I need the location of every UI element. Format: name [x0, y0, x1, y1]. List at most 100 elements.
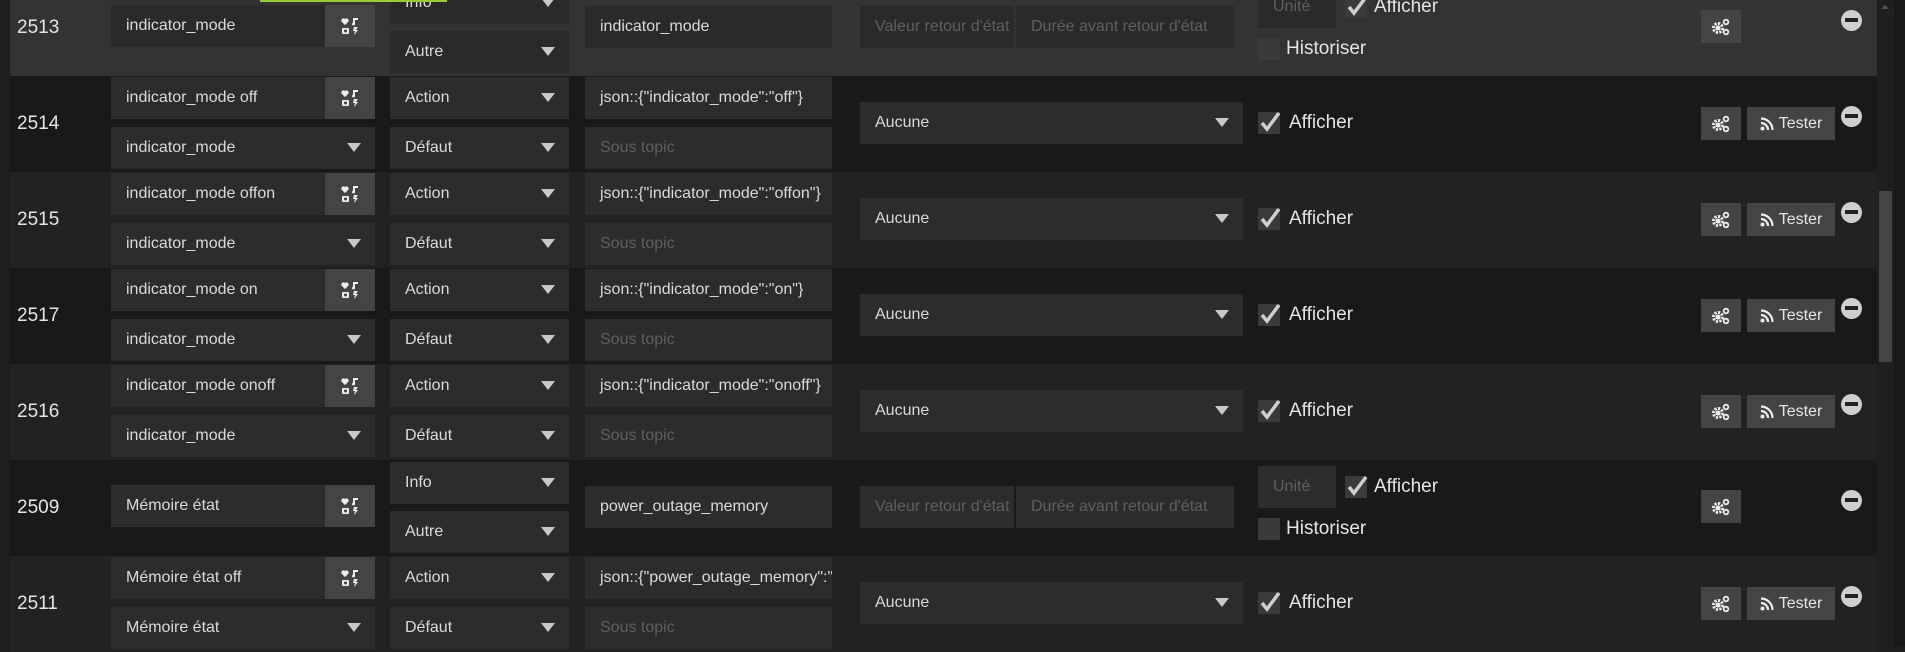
type-select[interactable]: Action [390, 77, 569, 119]
remove-command-button[interactable] [1841, 202, 1862, 223]
command-name-input[interactable]: indicator_mode off [111, 77, 325, 119]
scrollbar-thumb[interactable] [1879, 191, 1892, 362]
scroll-up-arrow[interactable] [1881, 5, 1889, 9]
value-command-select[interactable]: indicator_mode [111, 127, 375, 169]
remove-command-button[interactable] [1841, 298, 1862, 319]
icon-picker-button[interactable] [325, 269, 375, 311]
tester-button[interactable]: Tester [1747, 299, 1835, 332]
command-name-input[interactable]: Mémoire état [111, 485, 325, 527]
logical-id-input[interactable]: json::{"indicator_mode":"onoff"} [585, 365, 832, 407]
subtype-select[interactable]: Défaut [390, 319, 569, 361]
logical-id-input[interactable]: json::{"indicator_mode":"off"} [585, 77, 832, 119]
value-command-select[interactable]: indicator_mode [111, 415, 375, 457]
type-select[interactable]: Info [390, 462, 569, 504]
valeur-retour-input[interactable]: Valeur retour d'état [860, 6, 1014, 48]
rss-icon [1760, 596, 1774, 611]
command-row: 2515 indicator_mode offon indicator_mode Ac… [10, 172, 1877, 268]
sous-topic-input[interactable]: Sous topic [585, 415, 832, 457]
logical-id-input[interactable]: power_outage_memory [585, 486, 832, 528]
type-select[interactable]: Action [390, 269, 569, 311]
afficher-checkbox[interactable] [1258, 303, 1281, 326]
sous-topic-input[interactable]: Sous topic [585, 127, 832, 169]
subtype-select[interactable]: Défaut [390, 127, 569, 169]
command-name-input[interactable]: indicator_mode [111, 5, 325, 47]
accent-progress-line [260, 0, 447, 2]
value-command-select[interactable]: indicator_mode [111, 223, 375, 265]
type-select[interactable]: Action [390, 557, 569, 599]
return-command-select[interactable]: Aucune [860, 198, 1243, 240]
unite-input[interactable]: Unité [1258, 0, 1336, 28]
logical-id-input[interactable]: json::{"indicator_mode":"on"} [585, 269, 832, 311]
logical-id-input[interactable]: json::{"power_outage_memory":"off"} [585, 557, 832, 599]
value-command-select[interactable]: Mémoire état [111, 607, 375, 649]
return-command-select[interactable]: Aucune [860, 102, 1243, 144]
tester-button[interactable]: Tester [1747, 107, 1835, 140]
configure-button[interactable] [1701, 490, 1741, 523]
command-name-input[interactable]: indicator_mode onoff [111, 365, 325, 407]
tester-button[interactable]: Tester [1747, 203, 1835, 236]
afficher-label: Afficher [1289, 112, 1354, 133]
type-select[interactable]: Info [390, 0, 569, 24]
afficher-label: Afficher [1289, 208, 1354, 229]
icon-picker-button[interactable] [325, 77, 375, 119]
subtype-select[interactable]: Autre [390, 31, 569, 73]
configure-button[interactable] [1701, 299, 1741, 332]
sous-topic-input[interactable]: Sous topic [585, 607, 832, 649]
scrollbar[interactable] [1877, 0, 1894, 646]
configure-button[interactable] [1701, 395, 1741, 428]
return-command-select[interactable]: Aucune [860, 294, 1243, 336]
historiser-checkbox[interactable] [1258, 518, 1280, 540]
gears-icon [1711, 403, 1731, 421]
tester-button[interactable]: Tester [1747, 587, 1835, 620]
type-select[interactable]: Action [390, 173, 569, 215]
command-name-input[interactable]: indicator_mode on [111, 269, 325, 311]
remove-command-button[interactable] [1841, 586, 1862, 607]
afficher-checkbox[interactable] [1345, 475, 1368, 498]
icon-picker-button[interactable] [325, 557, 375, 599]
gears-icon [1711, 307, 1731, 325]
configure-button[interactable] [1701, 107, 1741, 140]
subtype-select[interactable]: Défaut [390, 223, 569, 265]
remove-command-button[interactable] [1841, 106, 1862, 127]
command-id: 2517 [17, 305, 60, 326]
command-row: 2517 indicator_mode on indicator_mode Actio… [10, 268, 1877, 364]
icon-picker-button[interactable] [325, 173, 375, 215]
configure-button[interactable] [1701, 587, 1741, 620]
historiser-checkbox[interactable] [1258, 38, 1280, 60]
afficher-checkbox[interactable] [1258, 111, 1281, 134]
value-command-select[interactable]: indicator_mode [111, 319, 375, 361]
command-name-input[interactable]: Mémoire état off [111, 557, 325, 599]
duree-retour-input[interactable]: Durée avant retour d'état [1016, 6, 1234, 48]
gears-icon [1711, 18, 1731, 36]
configure-button[interactable] [1701, 10, 1741, 43]
logical-id-input[interactable]: indicator_mode [585, 6, 832, 48]
afficher-checkbox[interactable] [1258, 399, 1281, 422]
duree-retour-input[interactable]: Durée avant retour d'état [1016, 486, 1234, 528]
icon-picker-button[interactable] [325, 365, 375, 407]
valeur-retour-input[interactable]: Valeur retour d'état [860, 486, 1014, 528]
sous-topic-input[interactable]: Sous topic [585, 223, 832, 265]
type-select[interactable]: Action [390, 365, 569, 407]
command-name-input[interactable]: indicator_mode offon [111, 173, 325, 215]
configure-button[interactable] [1701, 203, 1741, 236]
unite-input[interactable]: Unité [1258, 466, 1336, 508]
icon-picker-button[interactable] [325, 5, 375, 47]
subtype-select[interactable]: Autre [390, 511, 569, 553]
remove-command-button[interactable] [1841, 10, 1862, 31]
subtype-select[interactable]: Défaut [390, 415, 569, 457]
tester-button[interactable]: Tester [1747, 395, 1835, 428]
afficher-checkbox[interactable] [1258, 207, 1281, 230]
command-id: 2514 [17, 113, 60, 134]
icon-picker-button[interactable] [325, 485, 375, 527]
return-command-select[interactable]: Aucune [860, 390, 1243, 432]
afficher-checkbox[interactable] [1258, 591, 1281, 614]
subtype-select[interactable]: Défaut [390, 607, 569, 649]
remove-command-button[interactable] [1841, 394, 1862, 415]
logical-id-input[interactable]: json::{"indicator_mode":"offon"} [585, 173, 832, 215]
command-row: 2516 indicator_mode onoff indicator_mode Ac… [10, 364, 1877, 460]
rss-icon [1760, 116, 1774, 131]
remove-command-button[interactable] [1841, 490, 1862, 511]
afficher-checkbox[interactable] [1345, 0, 1367, 18]
sous-topic-input[interactable]: Sous topic [585, 319, 832, 361]
return-command-select[interactable]: Aucune [860, 582, 1243, 624]
